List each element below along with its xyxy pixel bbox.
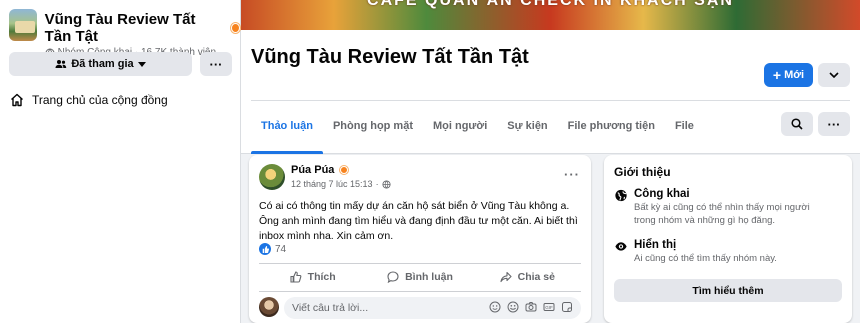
home-icon [11, 93, 23, 107]
left-sidebar: Vũng Tàu Review Tất Tần Tật Nhóm Công kh… [0, 0, 241, 323]
like-label: Thích [307, 271, 336, 283]
public-description: Bất kỳ ai cũng có thể nhìn thấy mọi ngườ… [634, 202, 810, 226]
author-badge-icon [340, 166, 349, 174]
post-time[interactable]: 12 tháng 7 lúc 15:13 [291, 179, 373, 189]
group-page-header: Vũng Tàu Review Tất Tần Tật + Mới Thảo l… [241, 30, 860, 154]
people-icon [55, 60, 67, 68]
plus-icon: + [772, 67, 782, 83]
tab-people[interactable]: Mọi người [423, 110, 497, 154]
joined-button[interactable]: Đã tham gia [9, 52, 192, 76]
visible-title: Hiển thị [634, 239, 677, 251]
post-actions: Thích Bình luận Chia sẻ [259, 265, 581, 289]
about-public: Công khai Bất kỳ ai cũng có thể nhìn thấ… [614, 188, 834, 227]
public-title: Công khai [634, 188, 690, 200]
post-card: Púa Púa 12 tháng 7 lúc 15:13 · ··· Có ai… [249, 155, 591, 323]
share-icon [500, 271, 512, 283]
svg-text:GIF: GIF [545, 305, 553, 310]
community-home-link[interactable]: Trang chủ của cộng đồng [10, 93, 168, 107]
group-thumbnail[interactable] [9, 9, 37, 41]
sticker-icon[interactable] [489, 301, 501, 313]
globe-icon [382, 179, 391, 189]
thumbs-up-icon [290, 271, 302, 283]
commenter-avatar[interactable] [259, 297, 279, 317]
about-visible: Hiển thị Ai cũng có thể tìm thấy nhóm nà… [614, 239, 777, 265]
tab-files[interactable]: File [665, 110, 704, 154]
header-more-button[interactable]: ··· [818, 112, 850, 136]
search-button[interactable] [781, 112, 813, 136]
author-avatar[interactable] [259, 164, 285, 190]
about-card: Giới thiệu Công khai Bất kỳ ai cũng có t… [604, 155, 852, 323]
comment-tools: GIF [489, 301, 573, 313]
like-reaction-icon [259, 243, 271, 255]
group-header[interactable]: Vũng Tàu Review Tất Tần Tật Nhóm Công kh… [9, 9, 240, 58]
tab-media[interactable]: File phương tiện [558, 110, 665, 154]
about-title: Giới thiệu [614, 165, 671, 179]
tab-rooms[interactable]: Phòng họp mặt [323, 110, 423, 154]
actions-divider-top [259, 263, 581, 264]
post-body: Có ai có thông tin mấy dự án căn hộ sát … [259, 200, 578, 242]
reactions-summary[interactable]: 74 [259, 243, 286, 255]
comment-placeholder: Viết câu trả lời... [292, 302, 369, 314]
comment-label: Bình luận [405, 271, 453, 283]
gif-icon[interactable]: GIF [543, 301, 555, 313]
group-tabs: Thảo luận Phòng họp mặt Mọi người Sự kiệ… [251, 110, 704, 154]
reaction-count: 74 [275, 243, 287, 255]
group-name[interactable]: Vũng Tàu Review Tất Tần Tật [45, 11, 240, 45]
emoji-icon[interactable] [507, 301, 519, 313]
learn-more-button[interactable]: Tìm hiểu thêm [614, 279, 842, 302]
community-home-label: Trang chủ của cộng đồng [32, 93, 168, 107]
share-label: Chia sẻ [517, 271, 555, 283]
camera-icon[interactable] [525, 301, 537, 313]
page-title[interactable]: Vũng Tàu Review Tất Tần Tật [251, 46, 529, 69]
time-separator: · [375, 179, 379, 189]
tab-events[interactable]: Sự kiện [497, 110, 557, 154]
tab-discussion[interactable]: Thảo luận [251, 110, 323, 154]
new-label: Mới [784, 69, 805, 81]
comment-button[interactable]: Bình luận [366, 265, 473, 289]
post-timestamp[interactable]: 12 tháng 7 lúc 15:13 · [291, 179, 391, 189]
post-author[interactable]: Púa Púa [291, 164, 349, 176]
new-button[interactable]: + Mới [764, 63, 813, 87]
expand-button[interactable] [818, 63, 850, 87]
joined-label: Đã tham gia [71, 58, 134, 70]
chevron-down-icon [829, 72, 839, 78]
visible-description: Ai cũng có thể tìm thấy nhóm này. [634, 253, 777, 264]
post-author-name[interactable]: Púa Púa [291, 164, 334, 176]
actions-divider-bottom [259, 291, 581, 292]
like-button[interactable]: Thích [259, 265, 366, 289]
group-name-text[interactable]: Vũng Tàu Review Tất Tần Tật [45, 11, 224, 45]
group-more-button[interactable]: ··· [200, 52, 232, 76]
notification-badge-icon [231, 23, 240, 33]
cover-photo[interactable]: CAFE QUÁN ĂN CHECK IN KHÁCH SẠN [241, 0, 860, 30]
cover-text: CAFE QUÁN ĂN CHECK IN KHÁCH SẠN [367, 0, 734, 9]
share-button[interactable]: Chia sẻ [474, 265, 581, 289]
caret-down-icon [137, 61, 146, 67]
search-icon [791, 118, 803, 130]
group-info: Vũng Tàu Review Tất Tần Tật Nhóm Công kh… [45, 9, 240, 58]
comment-input[interactable]: Viết câu trả lời... GIF [284, 297, 581, 319]
globe-icon [615, 189, 627, 202]
header-divider [251, 100, 850, 101]
attach-sticker-icon[interactable] [561, 301, 573, 313]
comment-icon [387, 271, 399, 283]
post-more-button[interactable]: ··· [564, 167, 580, 182]
eye-icon [615, 242, 627, 251]
